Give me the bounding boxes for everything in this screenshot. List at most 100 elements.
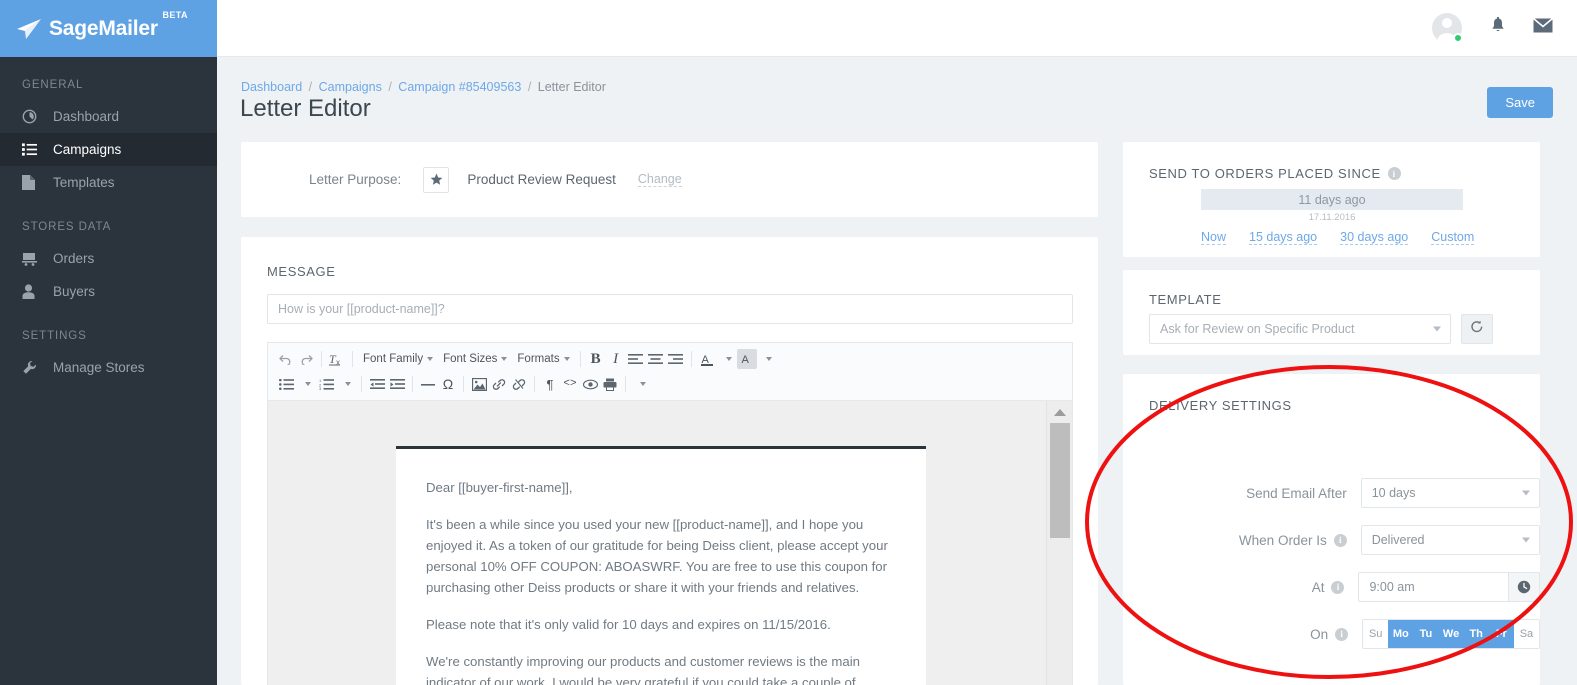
sidebar-item-orders[interactable]: Orders — [0, 242, 217, 275]
undo-icon[interactable] — [276, 349, 296, 369]
bullet-list-icon[interactable] — [276, 374, 296, 394]
envelope-icon[interactable] — [1532, 17, 1554, 38]
info-icon[interactable]: i — [1387, 167, 1401, 180]
when-order-is-select[interactable]: Delivered — [1360, 525, 1540, 555]
clock-icon[interactable] — [1508, 572, 1540, 602]
font-family-dropdown[interactable]: Font Family — [358, 349, 438, 369]
brand-logo[interactable]: SageMailer BETA — [0, 0, 217, 57]
weekday-fr[interactable]: Fr — [1488, 620, 1514, 648]
brand-name: SageMailer BETA — [49, 10, 187, 41]
bullet-list-dropdown[interactable] — [296, 374, 316, 394]
delivery-field-on: On i Su Mo Tu We Th Fr Sa — [1123, 619, 1540, 649]
top-bar — [217, 0, 1577, 57]
scrollbar-thumb[interactable] — [1050, 423, 1070, 538]
numbered-list-dropdown[interactable] — [336, 374, 356, 394]
print-icon[interactable] — [600, 374, 620, 394]
breadcrumb-item-campaign-id[interactable]: Campaign #85409563 — [398, 80, 521, 94]
reset-template-button[interactable] — [1461, 314, 1493, 344]
delivery-field-at: At i 9:00 am — [1123, 572, 1540, 602]
indent-icon[interactable] — [387, 374, 407, 394]
chevron-down-icon — [563, 357, 570, 361]
sidebar-section-settings: SETTINGS — [22, 330, 87, 342]
align-left-icon[interactable] — [626, 349, 646, 369]
text-color-dropdown[interactable] — [717, 349, 737, 369]
editor-canvas[interactable]: Dear [[buyer-first-name]], It's been a w… — [267, 400, 1073, 685]
outdent-icon[interactable] — [367, 374, 387, 394]
at-time-input[interactable]: 9:00 am — [1358, 572, 1540, 602]
insert-link-icon[interactable] — [489, 374, 509, 394]
weekday-th[interactable]: Th — [1463, 620, 1489, 648]
unlink-icon[interactable] — [509, 374, 529, 394]
info-icon[interactable]: i — [1335, 627, 1349, 641]
letter-body[interactable]: Dear [[buyer-first-name]], It's been a w… — [396, 446, 926, 685]
paragraph-marks-icon[interactable]: ¶ — [540, 374, 560, 394]
letter-purpose-card: Letter Purpose: Product Review Request C… — [241, 142, 1098, 217]
breadcrumb-item-campaigns[interactable]: Campaigns — [319, 80, 382, 94]
text-color-icon[interactable]: A — [697, 349, 717, 369]
field-label: When Order Is i — [1123, 533, 1361, 548]
quick-option-now[interactable]: Now — [1201, 230, 1227, 245]
chevron-down-icon — [427, 357, 434, 361]
toolbar-row-2: 123 Ω ¶ <> — [276, 373, 1068, 395]
field-label-text: At — [1311, 579, 1325, 595]
field-label: On i — [1123, 627, 1362, 642]
preview-icon[interactable] — [580, 374, 600, 394]
quick-option-30-days[interactable]: 30 days ago — [1340, 230, 1409, 245]
font-sizes-dropdown[interactable]: Font Sizes — [438, 349, 512, 369]
insert-image-icon[interactable] — [469, 374, 489, 394]
quick-option-custom[interactable]: Custom — [1431, 230, 1475, 245]
sidebar-item-buyers[interactable]: Buyers — [0, 275, 217, 308]
sidebar-item-campaigns[interactable]: Campaigns — [0, 133, 217, 166]
weekday-sa[interactable]: Sa — [1514, 620, 1539, 648]
horizontal-rule-icon[interactable] — [418, 374, 438, 394]
source-code-icon[interactable]: <> — [560, 374, 580, 394]
message-section-title: MESSAGE — [267, 264, 336, 279]
shortcut-tags-dropdown[interactable] — [631, 374, 651, 394]
breadcrumb-item-dashboard[interactable]: Dashboard — [241, 80, 302, 94]
weekday-mo[interactable]: Mo — [1388, 620, 1414, 648]
bold-icon[interactable]: B — [586, 349, 606, 369]
weekday-selector: Su Mo Tu We Th Fr Sa — [1362, 619, 1540, 649]
background-color-dropdown[interactable] — [757, 349, 777, 369]
quick-date-options: Now 15 days ago 30 days ago Custom — [1201, 230, 1501, 245]
sidebar-item-dashboard[interactable]: Dashboard — [0, 100, 217, 133]
toolbar-divider — [352, 351, 353, 367]
bell-icon[interactable] — [1490, 16, 1506, 40]
formats-dropdown[interactable]: Formats — [512, 349, 574, 369]
person-icon — [22, 284, 44, 300]
info-icon[interactable]: i — [1333, 533, 1347, 547]
italic-icon[interactable]: I — [606, 349, 626, 369]
background-color-icon[interactable]: A — [736, 349, 757, 369]
align-right-icon[interactable] — [666, 349, 686, 369]
sidebar-item-manage-stores[interactable]: Manage Stores — [0, 351, 217, 384]
clear-formatting-icon[interactable]: Tx — [327, 349, 347, 369]
sidebar-section-general: GENERAL — [22, 79, 84, 91]
numbered-list-icon[interactable]: 123 — [316, 374, 336, 394]
special-character-icon[interactable]: Ω — [438, 374, 458, 394]
send-email-after-select[interactable]: 10 days — [1360, 478, 1540, 508]
template-select[interactable]: Ask for Review on Specific Product — [1149, 314, 1451, 344]
align-center-icon[interactable] — [646, 349, 666, 369]
days-ago-value[interactable]: 11 days ago — [1201, 189, 1463, 210]
scroll-up-arrow-icon[interactable] — [1053, 409, 1066, 416]
list-icon — [22, 142, 44, 158]
letter-paragraph: Dear [[buyer-first-name]], — [426, 480, 573, 495]
editor-scrollbar[interactable] — [1046, 401, 1072, 685]
save-button[interactable]: Save — [1487, 87, 1553, 118]
info-icon[interactable]: i — [1331, 580, 1345, 594]
change-purpose-link[interactable]: Change — [637, 172, 682, 187]
message-card: MESSAGE Tx Font Family Font Si — [241, 237, 1098, 685]
presence-indicator — [1453, 33, 1463, 43]
sidebar-item-templates[interactable]: Templates — [0, 166, 217, 199]
weekday-su[interactable]: Su — [1363, 620, 1388, 648]
weekday-tu[interactable]: Tu — [1413, 620, 1439, 648]
redo-icon[interactable] — [296, 349, 316, 369]
quick-option-15-days[interactable]: 15 days ago — [1249, 230, 1318, 245]
chevron-down-icon — [640, 382, 646, 386]
chevron-down-icon — [765, 357, 772, 361]
avatar[interactable] — [1432, 13, 1463, 43]
send-email-after-value: 10 days — [1371, 486, 1416, 500]
subject-input[interactable] — [267, 294, 1073, 324]
weekday-we[interactable]: We — [1438, 620, 1464, 648]
delivery-settings-title: DELIVERY SETTINGS — [1149, 398, 1292, 413]
